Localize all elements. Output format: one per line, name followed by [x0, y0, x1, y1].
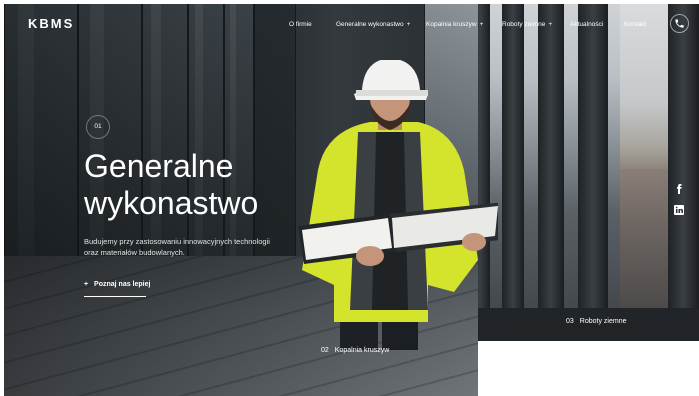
plus-icon: + — [406, 21, 411, 28]
hero-title: Generalne wykonastwo — [84, 148, 259, 221]
kbms-logo[interactable]: KBMS — [28, 16, 74, 31]
nav-item-generalne-wykonastwo[interactable]: Generalne wykonastwo + — [336, 21, 410, 28]
phone-icon — [675, 19, 684, 28]
plus-icon: + — [548, 21, 553, 28]
nav-item-aktualnosci[interactable]: Aktualności — [570, 21, 603, 28]
facebook-icon — [677, 184, 682, 194]
hero-description: Budujemy przy zastosowaniu innowacyjnych… — [84, 237, 270, 257]
linkedin-link[interactable] — [673, 203, 685, 215]
slider-stage: KBMS O firmie Generalne wykonastwo + Kopa… — [0, 0, 699, 396]
worker-photo — [278, 60, 498, 350]
cta-label: Poznaj nas lepiej — [94, 281, 151, 288]
linkedin-icon — [674, 205, 684, 215]
nav-item-roboty-ziemne[interactable]: Roboty ziemne + — [502, 21, 552, 28]
slide-label-kopalnia-kruszyw[interactable]: 02 Kopalnia kruszyw — [321, 347, 389, 354]
plus-icon: + — [479, 21, 484, 28]
nav-item-o-firmie[interactable]: O firmie — [289, 21, 312, 28]
facebook-link[interactable] — [673, 182, 685, 194]
cta-underline — [84, 296, 146, 297]
slide-label-roboty-ziemne[interactable]: 03 Roboty ziemne — [566, 318, 627, 325]
nav-item-kopalnia-kruszyw[interactable]: Kopalnia kruszyw + — [426, 21, 483, 28]
top-navigation: KBMS O firmie Generalne wykonastwo + Kopa… — [0, 0, 699, 50]
nav-item-kontakt[interactable]: Kontakt — [624, 21, 646, 28]
slide-number-badge: 01 — [86, 115, 110, 139]
poznaj-nas-lepiej-link[interactable]: + Poznaj nas lepiej — [84, 281, 151, 297]
phone-button[interactable] — [670, 14, 689, 33]
plus-icon: + — [84, 281, 89, 288]
slide-card-roboty-ziemne[interactable] — [470, 4, 699, 341]
